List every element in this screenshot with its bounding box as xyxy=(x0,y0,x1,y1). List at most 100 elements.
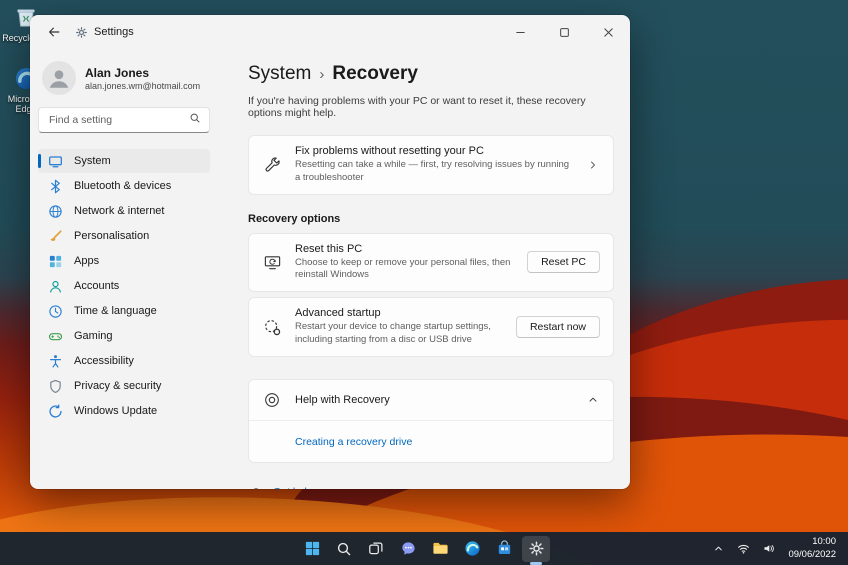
headset-icon xyxy=(248,485,263,489)
recovery-page: System › Recovery If you're having probl… xyxy=(218,49,630,489)
clock-icon xyxy=(48,304,63,319)
settings-sidebar: Alan Jones alan.jones.wm@hotmail.com Sys… xyxy=(30,49,218,489)
recovery-drive-link[interactable]: Creating a recovery drive xyxy=(295,436,412,448)
volume-icon[interactable] xyxy=(759,537,777,561)
sidebar-item-system[interactable]: System xyxy=(38,149,210,173)
reset-pc-card: Reset this PC Choose to keep or remove y… xyxy=(248,232,614,293)
sidebar-item-label: Accessibility xyxy=(74,355,134,367)
clock-date: 09/06/2022 xyxy=(788,548,836,560)
search-input[interactable] xyxy=(47,113,183,127)
file-explorer-button[interactable] xyxy=(426,536,454,562)
taskbar-settings-button[interactable] xyxy=(522,535,550,565)
breadcrumb: System › Recovery xyxy=(248,63,614,85)
advanced-startup-subtitle: Restart your device to change startup se… xyxy=(295,321,491,346)
sidebar-item-label: Gaming xyxy=(74,330,113,342)
sidebar-item-label: Accounts xyxy=(74,280,120,292)
help-card-header[interactable]: Help with Recovery xyxy=(249,380,613,420)
chat-button[interactable] xyxy=(394,536,422,562)
advanced-startup-title: Advanced startup xyxy=(295,307,381,320)
bluetooth-icon xyxy=(48,179,63,194)
user-name: Alan Jones xyxy=(85,65,150,80)
microsoft-store-button[interactable] xyxy=(490,536,518,562)
help-card-title: Help with Recovery xyxy=(295,393,390,406)
accessibility-icon xyxy=(48,354,63,369)
sidebar-item-label: Network & internet xyxy=(74,205,165,217)
globe-icon xyxy=(48,204,63,219)
sidebar-item-personalisation[interactable]: Personalisation xyxy=(38,224,210,248)
section-recovery-options: Recovery options xyxy=(248,212,341,225)
avatar xyxy=(42,61,76,95)
settings-window: Settings Alan Jones alan.jones.wm@hotmai… xyxy=(30,15,630,489)
sidebar-item-gaming[interactable]: Gaming xyxy=(38,324,210,348)
start-button[interactable] xyxy=(298,536,326,562)
sidebar-item-label: Bluetooth & devices xyxy=(74,180,172,192)
get-help-label: Get help xyxy=(273,486,313,489)
reset-pc-subtitle: Choose to keep or remove your personal f… xyxy=(295,256,511,281)
sidebar-item-accounts[interactable]: Accounts xyxy=(38,274,210,298)
sidebar-item-windows-update[interactable]: Windows Update xyxy=(38,399,210,423)
desktop: Recycle Bin Microsoft Edge Settings Alan… xyxy=(0,0,848,565)
sidebar-item-label: Apps xyxy=(74,255,100,267)
troubleshoot-subtitle: Resetting can take a while — first, try … xyxy=(295,159,570,183)
taskbar: 10:00 09/06/2022 xyxy=(0,532,848,565)
troubleshoot-title: Fix problems without resetting your PC xyxy=(295,145,484,157)
shield-icon xyxy=(48,379,63,394)
system-tray: 10:00 09/06/2022 xyxy=(709,532,845,565)
taskbar-search-button[interactable] xyxy=(330,536,358,562)
user-email: alan.jones.wm@hotmail.com xyxy=(85,80,201,91)
apps-grid-icon xyxy=(48,254,63,269)
wifi-icon[interactable] xyxy=(734,537,752,561)
task-view-button[interactable] xyxy=(362,536,390,562)
page-title: Recovery xyxy=(332,63,418,84)
edge-button[interactable] xyxy=(458,536,486,562)
restart-now-button[interactable]: Restart now xyxy=(515,316,600,339)
taskbar-clock[interactable]: 10:00 09/06/2022 xyxy=(784,534,840,563)
troubleshoot-card[interactable]: Fix problems without resetting your PC R… xyxy=(248,135,614,195)
update-arrows-icon xyxy=(48,403,63,419)
open-app-indicator xyxy=(530,562,542,565)
search-icon xyxy=(189,111,201,129)
sidebar-item-privacy-security[interactable]: Privacy & security xyxy=(38,374,210,398)
settings-nav: System Bluetooth & devices Network & int… xyxy=(38,149,210,424)
page-description: If you're having problems with your PC o… xyxy=(248,95,586,119)
close-button[interactable] xyxy=(586,15,630,49)
maximize-button[interactable] xyxy=(542,15,586,49)
sidebar-item-time-language[interactable]: Time & language xyxy=(38,299,210,323)
help-ring-icon xyxy=(262,390,282,410)
get-help-link[interactable]: Get help xyxy=(248,485,614,489)
minimize-button[interactable] xyxy=(498,15,542,49)
sidebar-item-label: System xyxy=(74,155,111,167)
sidebar-item-label: Time & language xyxy=(74,305,157,317)
sidebar-item-label: Personalisation xyxy=(74,230,150,242)
wrench-icon xyxy=(262,155,282,175)
person-icon xyxy=(48,279,63,294)
tray-chevron-up-icon[interactable] xyxy=(709,537,727,561)
caption-buttons xyxy=(498,15,630,49)
settings-search[interactable] xyxy=(38,107,210,133)
reset-pc-button[interactable]: Reset PC xyxy=(527,251,600,274)
chevron-right-icon xyxy=(586,159,600,171)
back-button[interactable] xyxy=(40,19,68,45)
sidebar-item-apps[interactable]: Apps xyxy=(38,249,210,273)
taskbar-center xyxy=(298,532,550,565)
sidebar-item-bluetooth-devices[interactable]: Bluetooth & devices xyxy=(38,174,210,198)
paintbrush-icon xyxy=(48,229,63,244)
clock-time: 10:00 xyxy=(812,536,836,548)
sidebar-item-accessibility[interactable]: Accessibility xyxy=(38,349,210,373)
advanced-startup-card: Advanced startup Restart your device to … xyxy=(248,297,614,357)
page-footer-links: Get help Give feedback xyxy=(248,485,614,489)
help-with-recovery-card: Help with Recovery Creating a recovery d… xyxy=(248,378,614,463)
window-titlebar[interactable]: Settings xyxy=(30,15,630,49)
gamepad-icon xyxy=(48,329,63,344)
reset-pc-icon xyxy=(262,252,282,272)
system-icon xyxy=(48,154,63,169)
window-title: Settings xyxy=(94,26,134,38)
sidebar-item-label: Privacy & security xyxy=(74,380,162,392)
user-profile[interactable]: Alan Jones alan.jones.wm@hotmail.com xyxy=(38,53,210,107)
sidebar-item-network-internet[interactable]: Network & internet xyxy=(38,199,210,223)
chevron-up-icon[interactable] xyxy=(586,394,600,406)
reset-pc-title: Reset this PC xyxy=(295,242,363,255)
advanced-startup-icon xyxy=(262,317,282,337)
settings-app-icon xyxy=(72,23,90,41)
breadcrumb-system[interactable]: System xyxy=(248,63,311,85)
